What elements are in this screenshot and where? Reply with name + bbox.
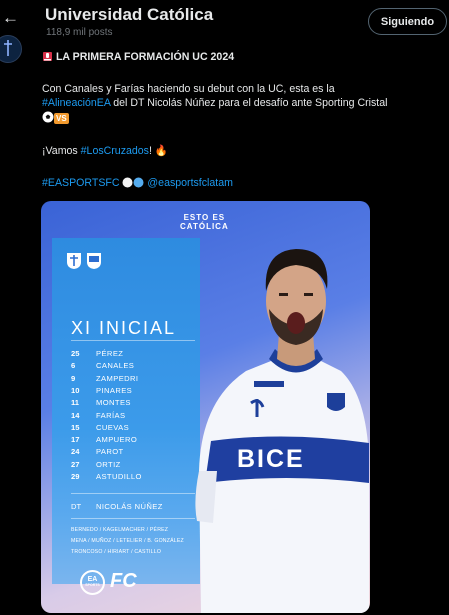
lineup-panel: XI INICIAL 25 PÉREZ 6 CANALES 9 ZAMPEDRI 10 PIN… xyxy=(52,238,200,595)
following-button[interactable]: Siguiendo xyxy=(368,8,447,35)
mention-easportsfclatam[interactable]: @easportsfclatam xyxy=(147,177,233,189)
tweet-line-4: VS xyxy=(42,111,69,127)
siren-icon xyxy=(42,51,53,66)
profile-name: Universidad Católica xyxy=(45,5,214,24)
substitutes-line: BERNEDO / KAGELMACHER / PÉREZ xyxy=(71,527,169,533)
hashtag-easportsfc[interactable]: #EASPORTSFC xyxy=(42,177,120,189)
player-photo xyxy=(195,249,369,613)
player-name: PINARES xyxy=(96,386,133,395)
player-number: 24 xyxy=(71,447,80,456)
post-count: 118,9 mil posts xyxy=(46,27,113,38)
avatar[interactable] xyxy=(0,35,22,63)
university-crest-icon xyxy=(87,253,101,269)
tweet-line-3: #AlineaciónEA del DT Nicolás Núñez para … xyxy=(42,97,388,109)
coach-label: DT xyxy=(71,502,82,511)
player-name: CUEVAS xyxy=(96,423,130,432)
player-name: ZAMPEDRI xyxy=(96,374,139,383)
tweet-line-1: LA PRIMERA FORMACIÓN UC 2024 xyxy=(42,50,234,66)
divider xyxy=(71,493,195,494)
player-number: 10 xyxy=(71,386,80,395)
player-name: ASTUDILLO xyxy=(96,472,142,481)
hashtag-loscruzados[interactable]: #LosCruzados xyxy=(81,145,149,157)
substitutes-line: MENA / MUÑOZ / LETELIER / B. GONZÁLEZ xyxy=(71,538,184,544)
profile-header: ← Universidad Católica 118,9 mil posts S… xyxy=(0,0,449,46)
player-name: MONTES xyxy=(96,398,131,407)
player-number: 29 xyxy=(71,472,80,481)
lineup-title: XI INICIAL xyxy=(71,318,177,338)
coach-name: NICOLÁS NÚÑEZ xyxy=(96,502,163,511)
player-name: AMPUERO xyxy=(96,435,138,444)
player-name: PAROT xyxy=(96,447,124,456)
ea-sports-logo: EA SPORTS xyxy=(80,570,105,595)
player-number: 6 xyxy=(71,361,76,370)
tweet-line-2: Con Canales y Farías haciendo su debut c… xyxy=(42,83,335,95)
player-number: 9 xyxy=(71,374,76,383)
fc-logo: FC xyxy=(110,570,137,592)
tweet-line-5: ¡Vamos #LosCruzados! 🔥 xyxy=(42,145,169,157)
lineup-image[interactable]: ESTO ES CATÓLICA XI INICIAL 25 PÉREZ 6 CANA… xyxy=(41,201,370,613)
soccer-ball-icon xyxy=(42,111,54,127)
back-arrow-icon[interactable]: ← xyxy=(2,9,19,26)
player-name: CANALES xyxy=(96,361,135,370)
club-crest-icon xyxy=(67,253,81,269)
sponsor-logo: BICE xyxy=(237,445,305,473)
player-number: 27 xyxy=(71,460,80,469)
white-circle-icon xyxy=(122,177,133,192)
player-number: 11 xyxy=(71,398,80,407)
tweet-line-6: #EASPORTSFC @easportsfclatam xyxy=(42,176,233,192)
player-number: 25 xyxy=(71,349,80,358)
player-number: 15 xyxy=(71,423,80,432)
vs-badge: VS xyxy=(54,113,69,124)
player-name: FARÍAS xyxy=(96,411,126,420)
player-number: 17 xyxy=(71,435,80,444)
player-name: PÉREZ xyxy=(96,349,124,358)
divider xyxy=(71,340,195,341)
divider xyxy=(71,518,195,519)
crest-icon xyxy=(4,40,12,56)
player-name: ORTIZ xyxy=(96,460,121,469)
substitutes-line: TRONCOSO / HIRIART / CASTILLO xyxy=(71,549,162,555)
blue-circle-icon xyxy=(133,177,144,192)
player-number: 14 xyxy=(71,411,80,420)
hashtag-alineacion[interactable]: #AlineaciónEA xyxy=(42,97,110,109)
